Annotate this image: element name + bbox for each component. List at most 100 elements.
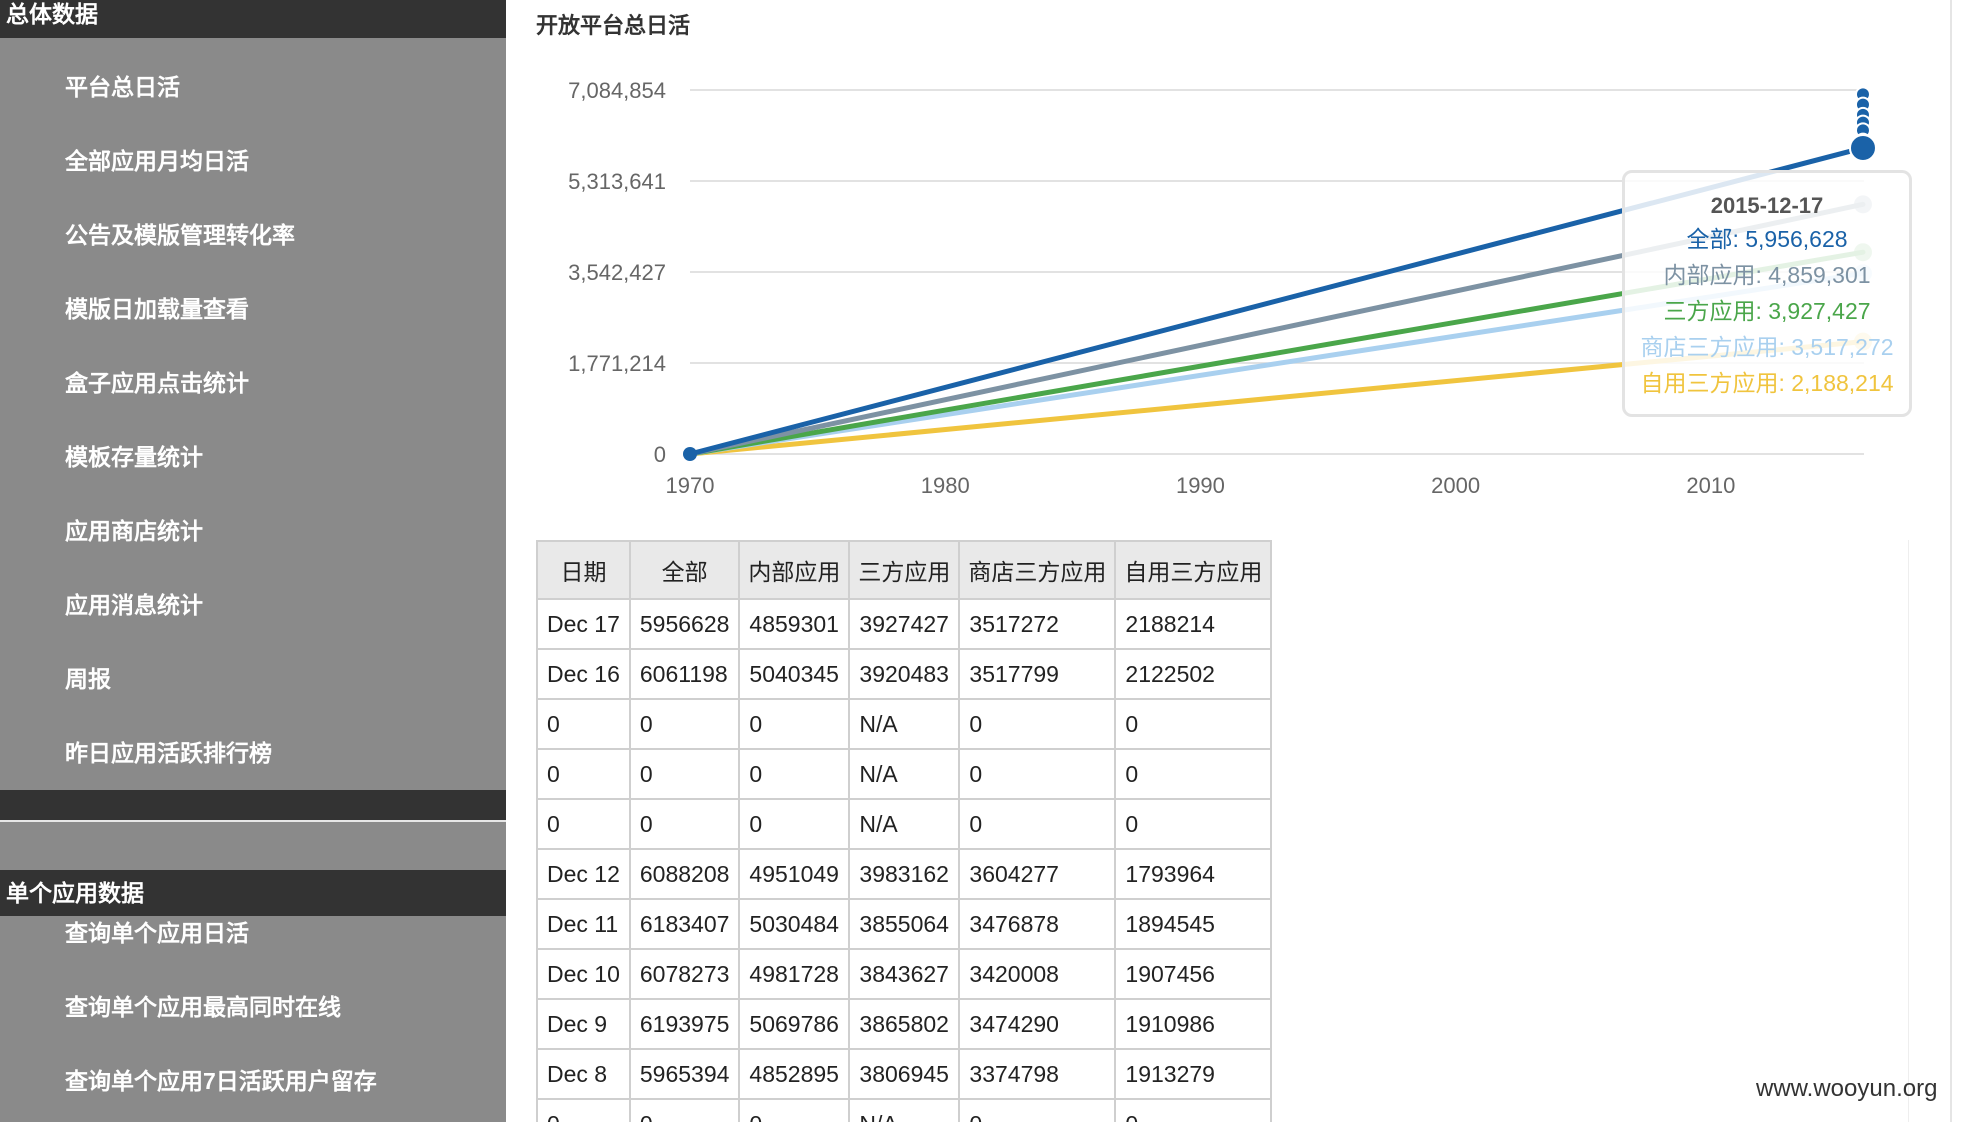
table-cell: Dec 12: [536, 848, 631, 900]
table-cell: 0: [1114, 798, 1273, 850]
table-cell: 1793964: [1114, 848, 1273, 900]
table-cell: 3855064: [848, 898, 961, 950]
table-row: Dec 10 6078273 4981728 3843627 3420008 190745…: [536, 948, 1273, 1000]
table-cell: 0: [628, 748, 741, 800]
section-header-single-app[interactable]: 单个应用数据: [0, 870, 506, 916]
x-tick-label: 1970: [666, 473, 715, 498]
table-row: Dec 17 5956628 4859301 3927427 3517272 218821…: [536, 598, 1273, 650]
data-table-container[interactable]: 日期 全部 内部应用 三方应用 商店三方应用 自用三方应用 Dec 17 5956628 48…: [536, 540, 1326, 1122]
sidebar-item[interactable]: 平台总日活: [65, 72, 180, 102]
table-cell: N/A: [848, 1098, 961, 1122]
table-cell: N/A: [848, 748, 961, 800]
main-content: 开放平台总日活 7,084,854 5,313,641 3,542,427 1,771…: [506, 0, 1962, 1122]
sidebar-item[interactable]: 模版日加载量查看: [65, 294, 249, 324]
table-cell: 3517272: [958, 598, 1117, 650]
sidebar-item[interactable]: 周报: [65, 664, 111, 694]
table-cell: Dec 16: [536, 648, 631, 700]
table-cell: 3476878: [958, 898, 1117, 950]
table-cell: 2122502: [1114, 648, 1273, 700]
table-cell: 6183407: [628, 898, 741, 950]
tooltip-line: 内部应用: 4,859,301: [1663, 262, 1871, 288]
y-tick-label: 0: [654, 442, 666, 467]
table-cell: 0: [536, 798, 631, 850]
table-cell: 0: [738, 748, 851, 800]
table-cell: 3604277: [958, 848, 1117, 900]
sidebar-item[interactable]: 盒子应用点击统计: [65, 368, 249, 398]
table-cell: 0: [738, 798, 851, 850]
table-cell: 6061198: [628, 648, 741, 700]
table-cell: 0: [536, 1098, 631, 1122]
table-cell: 0: [738, 698, 851, 750]
column-header[interactable]: 商店三方应用: [958, 540, 1117, 600]
column-header[interactable]: 内部应用: [738, 540, 851, 600]
sidebar-item[interactable]: 公告及模版管理转化率: [65, 220, 295, 250]
table-cell: Dec 8: [536, 1048, 631, 1100]
sidebar-item[interactable]: 昨日应用活跃排行榜: [65, 738, 272, 768]
x-tick-label: 2010: [1686, 473, 1735, 498]
table-cell: Dec 17: [536, 598, 631, 650]
table-cell: 6193975: [628, 998, 741, 1050]
y-tick-label: 7,084,854: [568, 78, 666, 103]
table-cell: 6088208: [628, 848, 741, 900]
column-header[interactable]: 三方应用: [848, 540, 961, 600]
section-divider: [0, 790, 506, 820]
table-cell: 5956628: [628, 598, 741, 650]
column-header[interactable]: 日期: [536, 540, 631, 600]
sidebar-item[interactable]: 应用消息统计: [65, 590, 203, 620]
sidebar: 总体数据 平台总日活全部应用月均日活公告及模版管理转化率 模版日加载量查看 盒子应用…: [0, 0, 506, 1122]
scrollbar[interactable]: [1908, 540, 1923, 1122]
table-cell: 5965394: [628, 1048, 741, 1100]
table-cell: 4981728: [738, 948, 851, 1000]
table-cell: 1894545: [1114, 898, 1273, 950]
section-header-overall[interactable]: 总体数据: [0, 0, 506, 38]
tooltip-date: 2015-12-17: [1710, 193, 1824, 218]
table-cell: 0: [958, 698, 1117, 750]
table-row: 000N/A00: [536, 698, 1273, 750]
table-cell: 2188214: [1114, 598, 1273, 650]
sidebar-item[interactable]: 查询单个应用7日活跃用户留存: [65, 1066, 377, 1096]
data-table: 日期 全部 内部应用 三方应用 商店三方应用 自用三方应用 Dec 17 5956628 48…: [536, 540, 1273, 1122]
table-cell: 0: [628, 1098, 741, 1122]
table-row: Dec 9 6193975 5069786 3865802 3474290 1910986: [536, 998, 1273, 1050]
column-header[interactable]: 全部: [628, 540, 741, 600]
table-cell: 3843627: [848, 948, 961, 1000]
table-cell: 0: [536, 748, 631, 800]
chart-tooltip: 2015-12-17 全部: 5,956,628 内部应用: 4,859,301 三…: [1622, 170, 1912, 417]
table-row: 000N/A00: [536, 1098, 1273, 1122]
sidebar-item[interactable]: 模板存量统计: [65, 442, 203, 472]
x-tick-label: 1980: [921, 473, 970, 498]
y-tick-label: 5,313,641: [568, 169, 666, 194]
table-cell: 5030484: [738, 898, 851, 950]
tooltip-line: 三方应用: 3,927,427: [1663, 298, 1871, 324]
watermark: www.wooyun.org: [1756, 1075, 1938, 1102]
y-tick-label: 1,771,214: [568, 351, 666, 376]
table-cell: 0: [1114, 698, 1273, 750]
table-cell: 0: [958, 1098, 1117, 1122]
table-body: Dec 17 5956628 4859301 3927427 3517272 218821…: [536, 598, 1273, 1122]
sidebar-item[interactable]: 应用商店统计: [65, 516, 203, 546]
table-cell: 0: [738, 1098, 851, 1122]
table-cell: N/A: [848, 798, 961, 850]
table-cell: Dec 10: [536, 948, 631, 1000]
sidebar-item[interactable]: 全部应用月均日活: [65, 146, 249, 176]
column-header[interactable]: 自用三方应用: [1114, 540, 1273, 600]
table-cell: 0: [628, 798, 741, 850]
window-edge: [1950, 0, 1962, 1122]
sidebar-item[interactable]: 查询单个应用日活: [65, 918, 249, 948]
table-cell: 0: [1114, 1098, 1273, 1122]
table-cell: Dec 11: [536, 898, 631, 950]
table-row: Dec 12 6088208 4951049 3983162 3604277 179396…: [536, 848, 1273, 900]
table-cell: 1910986: [1114, 998, 1273, 1050]
table-cell: 0: [628, 698, 741, 750]
sidebar-item[interactable]: 查询单个应用最高同时在线: [65, 992, 341, 1022]
table-row: 000N/A00: [536, 798, 1273, 850]
table-cell: 3420008: [958, 948, 1117, 1000]
table-cell: 3806945: [848, 1048, 961, 1100]
table-cell: 3374798: [958, 1048, 1117, 1100]
table-row: 000N/A00: [536, 748, 1273, 800]
data-point-marker: [1848, 133, 1877, 162]
table-header-row: 日期 全部 内部应用 三方应用 商店三方应用 自用三方应用: [536, 540, 1273, 600]
tooltip-line: 自用三方应用: 2,188,214: [1640, 370, 1894, 396]
table-cell: 6078273: [628, 948, 741, 1000]
table-cell: 5040345: [738, 648, 851, 700]
